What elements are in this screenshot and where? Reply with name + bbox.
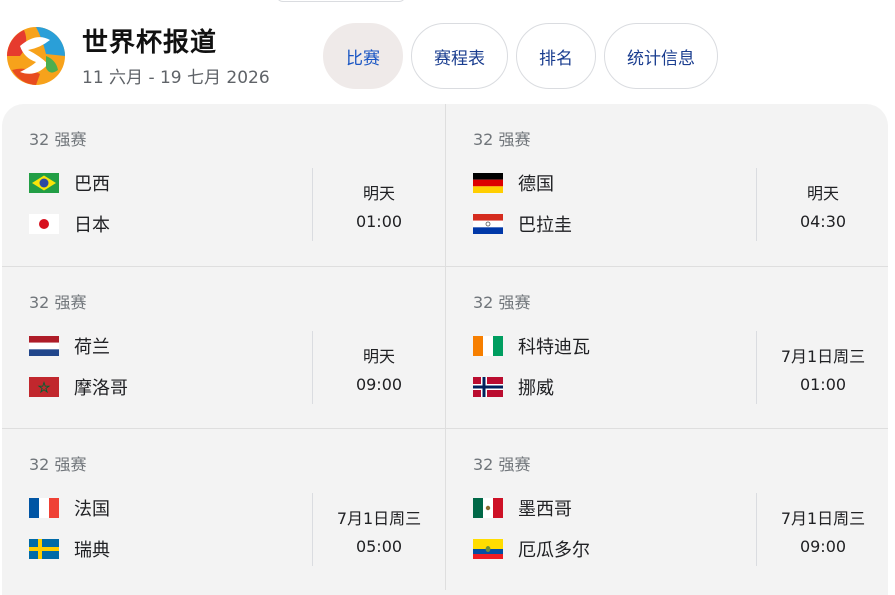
kickoff-time: 明天 09:00 (313, 343, 445, 399)
ecuador-flag-icon (473, 539, 503, 559)
world-cup-logo-icon (7, 27, 65, 85)
match-card[interactable]: 32 强赛 巴西 日本 明天 01:00 (2, 104, 445, 266)
france-flag-icon (29, 498, 59, 518)
team-home: 荷兰 (29, 334, 110, 358)
kickoff-day: 7月1日周三 (780, 509, 866, 528)
tab-standings[interactable]: 排名 (516, 23, 596, 89)
sweden-flag-icon (29, 539, 59, 559)
team-away: 瑞典 (29, 537, 110, 561)
kickoff-clock: 01:00 (355, 212, 403, 231)
kickoff-day: 7月1日周三 (780, 347, 866, 366)
kickoff-day: 明天 (362, 347, 395, 366)
match-card[interactable]: 32 强赛 墨西哥 厄瓜多尔 7月1日周三 09:00 (445, 428, 888, 590)
kickoff-day: 明天 (806, 184, 839, 203)
kickoff-time: 7月1日周三 09:00 (757, 505, 888, 561)
team-away: 巴拉圭 (473, 212, 572, 236)
kickoff-day: 明天 (362, 184, 395, 203)
kickoff-time: 明天 04:30 (757, 180, 888, 236)
team-name: 日本 (74, 215, 110, 236)
tab-schedule[interactable]: 赛程表 (411, 23, 508, 89)
team-home: 法国 (29, 496, 110, 520)
team-name: 德国 (518, 174, 554, 195)
match-stage: 32 强赛 (473, 130, 531, 149)
kickoff-clock: 05:00 (355, 537, 403, 556)
morocco-flag-icon (29, 377, 59, 397)
header: 世界杯报道 11 六月 - 19 七月 2026 比赛 赛程表 排名 统计信息 (0, 0, 895, 104)
team-name: 摩洛哥 (74, 378, 128, 399)
brazil-flag-icon (29, 173, 59, 193)
kickoff-clock: 04:30 (799, 212, 847, 231)
kickoff-time: 7月1日周三 05:00 (313, 505, 445, 561)
ivory-coast-flag-icon (473, 336, 503, 356)
page-title: 世界杯报道 (82, 28, 218, 58)
match-stage: 32 强赛 (473, 455, 531, 474)
kickoff-time: 明天 01:00 (313, 180, 445, 236)
team-name: 巴西 (74, 174, 110, 195)
team-name: 挪威 (518, 378, 554, 399)
team-away: 厄瓜多尔 (473, 537, 590, 561)
match-card[interactable]: 32 强赛 德国 巴拉圭 明天 04:30 (445, 104, 888, 266)
kickoff-day: 7月1日周三 (336, 509, 422, 528)
tournament-dates: 11 六月 - 19 七月 2026 (82, 68, 270, 88)
match-card[interactable]: 32 强赛 科特迪瓦 挪威 7月1日周三 01:00 (445, 266, 888, 428)
team-home: 墨西哥 (473, 496, 572, 520)
team-home: 科特迪瓦 (473, 334, 590, 358)
match-stage: 32 强赛 (29, 455, 87, 474)
team-away: 日本 (29, 212, 110, 236)
team-name: 巴拉圭 (518, 215, 572, 236)
match-stage: 32 强赛 (29, 130, 87, 149)
team-home: 巴西 (29, 171, 110, 195)
kickoff-time: 7月1日周三 01:00 (757, 343, 888, 399)
match-stage: 32 强赛 (473, 293, 531, 312)
team-name: 墨西哥 (518, 499, 572, 520)
team-name: 法国 (74, 499, 110, 520)
team-name: 瑞典 (74, 540, 110, 561)
kickoff-clock: 01:00 (799, 375, 847, 394)
team-away: 摩洛哥 (29, 375, 128, 399)
tab-bar: 比赛 赛程表 排名 统计信息 (323, 23, 718, 89)
japan-flag-icon (29, 214, 59, 234)
germany-flag-icon (473, 173, 503, 193)
match-stage: 32 强赛 (29, 293, 87, 312)
kickoff-clock: 09:00 (355, 375, 403, 394)
tab-stats[interactable]: 统计信息 (604, 23, 718, 89)
netherlands-flag-icon (29, 336, 59, 356)
mexico-flag-icon (473, 498, 503, 518)
team-name: 科特迪瓦 (518, 337, 590, 358)
kickoff-clock: 09:00 (799, 537, 847, 556)
team-away: 挪威 (473, 375, 554, 399)
tab-matches[interactable]: 比赛 (323, 23, 403, 89)
match-grid: 32 强赛 巴西 日本 明天 01:00 32 强赛 德国 巴拉圭 明天 04:… (2, 104, 888, 595)
team-name: 荷兰 (74, 337, 110, 358)
team-name: 厄瓜多尔 (518, 540, 590, 561)
paraguay-flag-icon (473, 214, 503, 234)
norway-flag-icon (473, 377, 503, 397)
match-card[interactable]: 32 强赛 法国 瑞典 7月1日周三 05:00 (2, 428, 445, 590)
team-home: 德国 (473, 171, 554, 195)
match-card[interactable]: 32 强赛 荷兰 摩洛哥 明天 09:00 (2, 266, 445, 428)
